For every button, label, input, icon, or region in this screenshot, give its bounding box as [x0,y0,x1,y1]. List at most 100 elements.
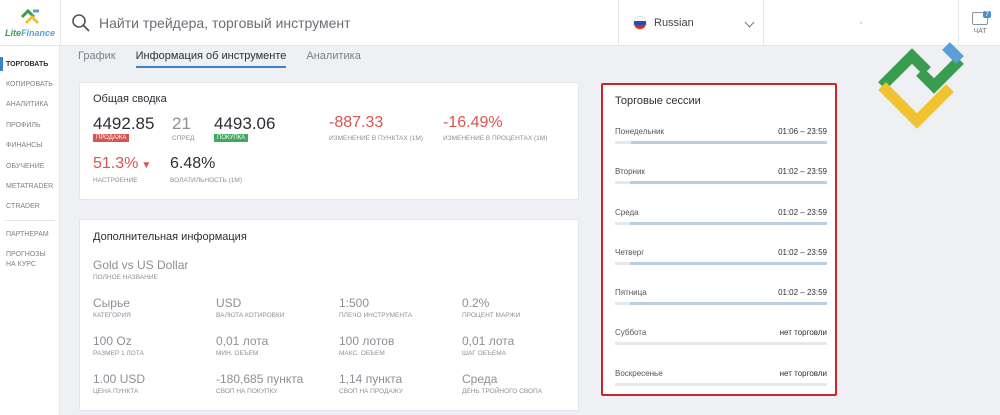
volatility-value: 6.48% [170,155,216,172]
session-bar-fill [630,141,827,144]
detail-value: Сырье [93,296,130,310]
search-bar[interactable] [60,0,618,46]
detail-value: 100 Oz [93,334,132,348]
language-label: Russian [654,17,694,29]
session-bar [615,222,827,225]
chevron-down-icon [744,17,755,28]
detail-label: ШАГ ОБЪЕМА [462,350,506,357]
spread-value: 21 [172,114,191,133]
session-row: Вторник 01:02 – 23:59 [615,167,827,197]
logo[interactable]: LiteFinance [0,0,60,46]
sidebar-item-trade[interactable]: ТОРГОВАТЬ [0,54,59,74]
session-time: 01:02 – 23:59 [778,167,827,176]
session-row: Среда 01:02 – 23:59 [615,208,827,238]
session-time: 01:06 – 23:59 [778,127,827,136]
detail-label: СВОП НА ПРОДАЖУ [339,388,403,395]
sidebar-item-education[interactable]: ОБУЧЕНИЕ [0,156,59,176]
full-name-label: ПОЛНОЕ НАЗВАНИЕ [93,274,158,281]
detail-label: СВОП НА ПОКУПКУ [216,388,278,395]
tab-chart[interactable]: График [78,50,116,68]
change-percent-value: -16.49% [443,114,503,131]
detail-value: 0,01 лота [216,334,269,348]
change-points-label: ИЗМЕНЕНИЕ В ПУНКТАХ (1М) [329,135,423,142]
detail-label: ЦЕНА ПУНКТА [93,388,139,395]
session-bar-fill [630,222,827,225]
change-percent-label: ИЗМЕНЕНИЕ В ПРОЦЕНТАХ (1М) [443,135,548,142]
session-day: Суббота [615,328,647,337]
session-day: Понедельник [615,127,664,136]
session-bar-fill [630,181,827,184]
detail-label: ПЛЕЧО ИНСТРУМЕНТА [339,312,413,319]
session-day: Воскресенье [615,369,663,378]
sidebar-item-metatrader[interactable]: METATRADER [0,176,59,196]
volatility-label: ВОЛАТИЛЬНОСТЬ (1М) [170,177,242,184]
detail-value: 1.00 USD [93,372,146,386]
sidebar-item-ctrader[interactable]: CTRADER [0,197,59,217]
session-time: 01:02 – 23:59 [778,208,827,217]
language-select[interactable]: Russian [618,0,764,46]
buy-price: 4493.06 [214,114,276,133]
tab-analytics[interactable]: Аналитика [306,50,360,68]
detail-value: 1:500 [339,296,370,310]
russia-flag-icon [633,16,647,30]
account-label: · [859,17,863,29]
session-day: Среда [615,208,639,217]
sell-tag[interactable]: ПРОДАЖА [93,134,130,142]
session-row: Пятница 01:02 – 23:59 [615,288,827,318]
litefinance-logo-graphic [878,42,964,129]
sentiment-number: 51.3% [93,155,139,172]
session-bar [615,383,827,386]
buy-tag[interactable]: ПОКУПКА [214,134,249,142]
session-bar [615,302,827,305]
sidebar-divider [4,220,55,222]
spread-label: СПРЕД [172,135,195,142]
detail-value: USD [216,296,242,310]
full-name-value: Gold vs US Dollar [93,258,189,272]
logo-text: LiteFinance [4,28,56,38]
chat-label: ЧАТ [973,27,987,35]
top-bar: LiteFinance Russian · 7 ЧАТ [0,0,1000,46]
sidebar-item-analytics[interactable]: АНАЛИТИКА [0,95,59,115]
detail-label: КАТЕГОРИЯ [93,312,131,319]
summary-title: Общая сводка [93,93,167,105]
session-bar [615,181,827,184]
detail-label: МИН. ОБЪЕМ [216,350,259,357]
session-bar [615,262,827,265]
sidebar-item-partners[interactable]: ПАРТНЕРАМ [0,224,59,244]
sidebar-item-finance[interactable]: ФИНАНСЫ [0,136,59,156]
sidebar-item-forecasts[interactable]: ПРОГНОЗЫ НА КУРС [0,245,59,275]
summary-card: Общая сводка 4492.85 ПРОДАЖА 21 СПРЕД 44… [79,82,579,200]
sidebar-item-copy[interactable]: КОПИРОВАТЬ [0,74,59,94]
session-bar [615,342,827,345]
session-row: Понедельник 01:06 – 23:59 [615,127,827,157]
session-row: Суббота нет торговли [615,328,827,358]
search-icon [72,14,90,32]
chat-icon: 7 [972,10,991,25]
sell-price: 4492.85 [93,114,155,133]
detail-value: 100 лотов [339,334,395,348]
detail-label: РАЗМЕР 1 ЛОТА [93,350,144,357]
session-day: Четверг [615,248,645,257]
detail-value: 1,14 пункта [339,372,403,386]
detail-value: 0.2% [462,296,490,310]
session-bar-fill [630,302,827,305]
session-time: 01:02 – 23:59 [778,248,827,257]
tab-instrument-info[interactable]: Информация об инструменте [135,50,287,68]
sidebar-item-profile[interactable]: ПРОФИЛЬ [0,115,59,135]
session-time: нет торговли [779,328,827,337]
trading-sessions-card: Торговые сессии Понедельник 01:06 – 23:5… [601,83,837,396]
change-points-value: -887.33 [329,114,384,131]
session-bar [615,141,827,144]
detail-label: МАКС. ОБЪЕМ [339,350,385,357]
session-row: Воскресенье нет торговли [615,369,827,399]
sentiment-value: 51.3% ▼ [93,155,151,173]
detail-label: ПРОЦЕНТ МАРЖИ [462,312,521,319]
details-title: Дополнительная информация [93,231,247,243]
session-time: 01:02 – 23:59 [778,288,827,297]
session-day: Вторник [615,167,645,176]
sentiment-label: НАСТРОЕНИЕ [93,177,138,184]
session-row: Четверг 01:02 – 23:59 [615,248,827,278]
session-bar-fill [630,262,827,265]
search-input[interactable] [99,15,579,31]
detail-label: ВАЛЮТА КОТИРОВКИ [216,312,285,319]
